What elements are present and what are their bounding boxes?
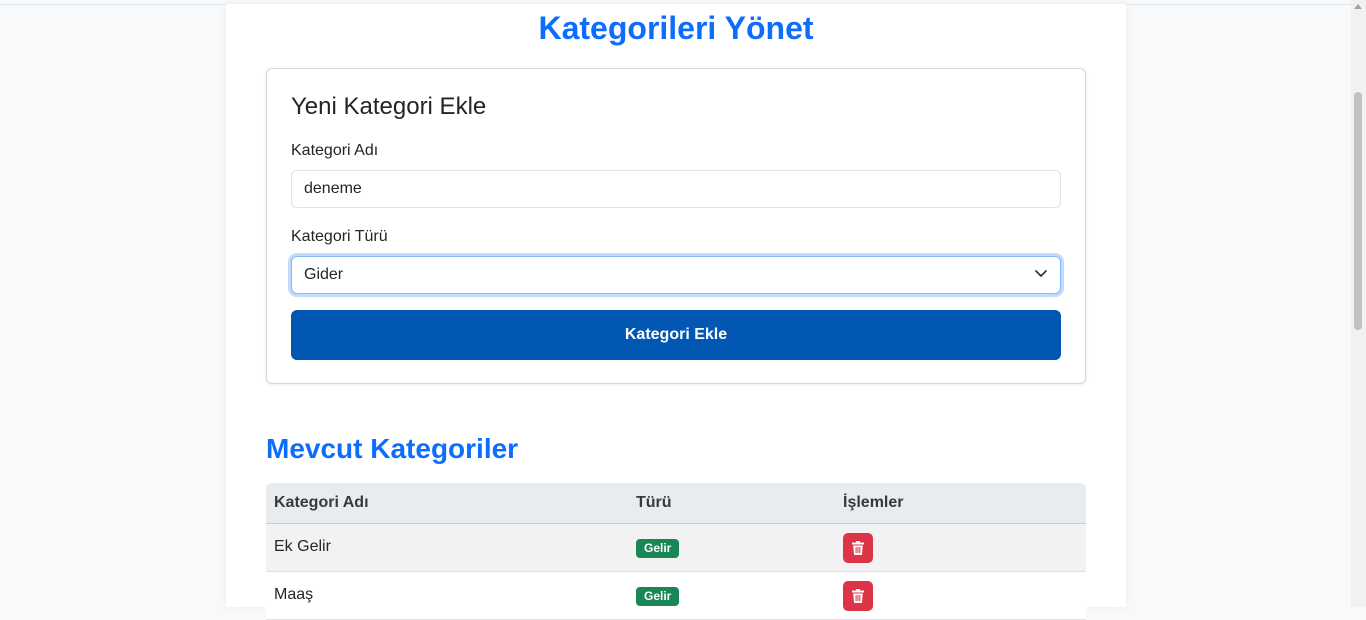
category-type-selected-value: Gider (304, 266, 344, 283)
category-type-label: Kategori Türü (291, 228, 388, 245)
scrollbar-thumb[interactable] (1354, 92, 1362, 330)
column-header-actions: İşlemler (843, 494, 904, 511)
page-title: Kategorileri Yönet (538, 10, 814, 46)
table-header: Kategori Adı Türü İşlemler (266, 483, 1086, 524)
category-name-input[interactable]: deneme (291, 170, 1061, 208)
delete-button[interactable] (843, 533, 873, 563)
trash-icon (852, 589, 864, 603)
category-name-label: Kategori Adı (291, 142, 379, 159)
card-title: Yeni Kategori Ekle (291, 93, 487, 120)
add-category-card: Yeni Kategori Ekle Kategori Adı deneme K… (266, 68, 1086, 384)
vertical-scrollbar[interactable] (1351, 0, 1366, 607)
type-badge: Gelir (636, 587, 680, 606)
chevron-down-icon (1035, 270, 1047, 277)
table-row: Maaş Gelir (266, 572, 1086, 620)
column-header-name: Kategori Adı (274, 494, 369, 511)
categories-table: Kategori Adı Türü İşlemler Ek Gelir Geli… (266, 483, 1086, 620)
category-name-cell: Ek Gelir (274, 538, 331, 555)
main-container: Kategorileri Yönet Yeni Kategori Ekle Ka… (226, 4, 1126, 620)
type-badge: Gelir (636, 539, 680, 558)
scroll-up-arrow-icon[interactable] (1354, 4, 1362, 9)
trash-icon (852, 541, 864, 555)
table-row: Ek Gelir Gelir (266, 524, 1086, 572)
existing-categories-title: Mevcut Kategoriler (266, 433, 519, 464)
column-header-type: Türü (636, 494, 672, 511)
category-type-select[interactable]: Gider (291, 256, 1061, 294)
add-category-button[interactable]: Kategori Ekle (291, 310, 1061, 360)
category-name-cell: Maaş (274, 586, 314, 603)
